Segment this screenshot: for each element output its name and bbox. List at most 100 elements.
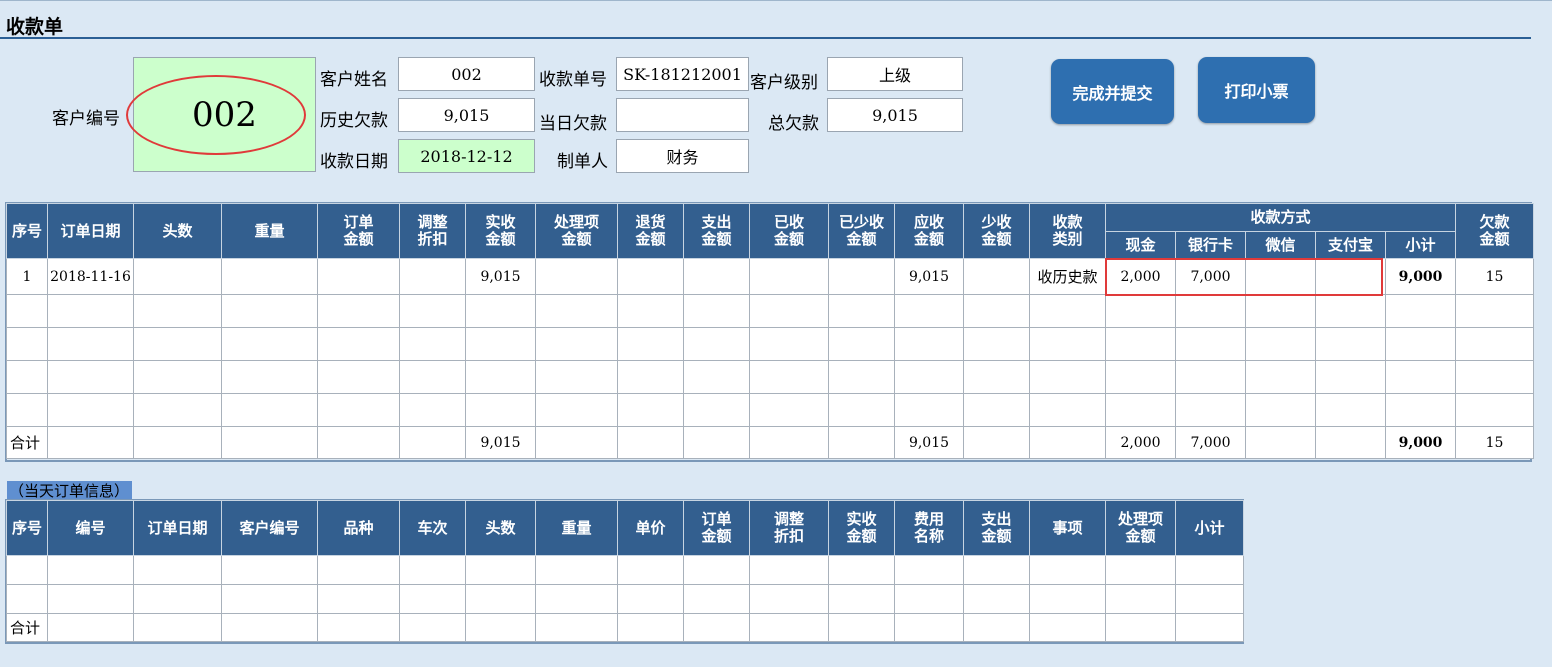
table-cell[interactable] <box>1029 426 1106 459</box>
table-cell[interactable] <box>221 393 318 427</box>
table-cell[interactable] <box>47 584 134 614</box>
table-cell[interactable] <box>963 584 1030 614</box>
table-cell[interactable] <box>617 393 684 427</box>
table-cell[interactable] <box>1385 327 1456 361</box>
print-receipt-button[interactable]: 打印小票 <box>1198 57 1315 123</box>
table-cell[interactable] <box>317 327 400 361</box>
table-cell[interactable] <box>1105 327 1176 361</box>
table-cell[interactable]: 15 <box>1455 426 1534 459</box>
table-cell[interactable] <box>683 258 750 295</box>
table-cell[interactable] <box>6 584 48 614</box>
table-cell[interactable] <box>1455 393 1534 427</box>
table-cell[interactable] <box>617 327 684 361</box>
table-cell[interactable] <box>1175 613 1244 642</box>
table-cell[interactable] <box>1105 360 1176 394</box>
table-cell[interactable] <box>683 555 750 585</box>
table-cell[interactable] <box>133 426 222 459</box>
table-cell[interactable] <box>1175 360 1246 394</box>
table-cell[interactable] <box>683 360 750 394</box>
table-cell[interactable] <box>1385 360 1456 394</box>
table-cell[interactable] <box>963 613 1030 642</box>
table-cell[interactable] <box>535 360 618 394</box>
table-cell[interactable] <box>221 360 318 394</box>
table-cell[interactable]: 9,000 <box>1385 426 1456 459</box>
table-cell[interactable] <box>1029 613 1106 642</box>
table-cell[interactable] <box>221 613 318 642</box>
table-cell[interactable] <box>317 584 400 614</box>
table-cell[interactable] <box>828 426 895 459</box>
table-cell[interactable] <box>47 327 134 361</box>
table-cell[interactable] <box>683 327 750 361</box>
table-cell[interactable] <box>221 294 318 328</box>
table-cell[interactable] <box>1455 327 1534 361</box>
table-cell[interactable] <box>6 393 48 427</box>
table-cell[interactable] <box>6 294 48 328</box>
table-cell[interactable] <box>317 258 400 295</box>
receipt-no-field[interactable]: SK-181212001 <box>616 57 749 91</box>
table-cell[interactable] <box>617 360 684 394</box>
table-cell[interactable] <box>133 360 222 394</box>
table-cell[interactable]: 1 <box>6 258 48 295</box>
table-cell[interactable] <box>749 584 829 614</box>
table-cell[interactable] <box>683 393 750 427</box>
table-cell[interactable] <box>1175 584 1244 614</box>
table-cell[interactable] <box>1385 393 1456 427</box>
table-cell[interactable] <box>1455 360 1534 394</box>
table-cell[interactable] <box>465 393 536 427</box>
table-cell[interactable] <box>1315 294 1386 328</box>
table-cell[interactable] <box>47 555 134 585</box>
table-cell[interactable] <box>465 360 536 394</box>
table-cell[interactable] <box>749 613 829 642</box>
table-cell[interactable] <box>221 426 318 459</box>
table-cell[interactable] <box>828 327 895 361</box>
maker-field[interactable]: 财务 <box>616 139 749 173</box>
table-cell[interactable] <box>1105 555 1176 585</box>
table-cell[interactable] <box>749 327 829 361</box>
table-cell[interactable] <box>894 294 964 328</box>
table-cell[interactable] <box>317 426 400 459</box>
table-cell[interactable] <box>221 584 318 614</box>
table-cell[interactable] <box>47 393 134 427</box>
table-cell[interactable] <box>1175 555 1244 585</box>
table-cell[interactable]: 15 <box>1455 258 1534 295</box>
table-cell[interactable] <box>963 426 1030 459</box>
table-cell[interactable] <box>133 555 222 585</box>
table-cell[interactable] <box>1245 327 1316 361</box>
table-cell[interactable] <box>1029 294 1106 328</box>
table-cell[interactable] <box>828 360 895 394</box>
table-cell[interactable] <box>535 584 618 614</box>
table-cell[interactable]: 9,015 <box>465 258 536 295</box>
table-cell[interactable] <box>749 360 829 394</box>
table-cell[interactable] <box>1175 393 1246 427</box>
table-cell[interactable] <box>963 327 1030 361</box>
customer-level-field[interactable]: 上级 <box>827 57 963 91</box>
table-cell[interactable] <box>47 613 134 642</box>
table-cell[interactable] <box>535 393 618 427</box>
day-debt-field[interactable] <box>616 98 749 132</box>
table-cell[interactable] <box>1105 294 1176 328</box>
table-cell[interactable] <box>535 613 618 642</box>
table-cell[interactable] <box>1105 584 1176 614</box>
table-cell[interactable] <box>1029 584 1106 614</box>
table-cell[interactable] <box>749 393 829 427</box>
table-cell[interactable] <box>894 393 964 427</box>
table-cell[interactable] <box>535 327 618 361</box>
table-cell[interactable]: 9,000 <box>1385 258 1456 295</box>
table-cell[interactable] <box>617 584 684 614</box>
table-cell[interactable] <box>399 258 466 295</box>
table-cell[interactable] <box>963 555 1030 585</box>
table-cell[interactable] <box>1315 327 1386 361</box>
table-cell[interactable] <box>1105 613 1176 642</box>
table-cell[interactable] <box>1029 327 1106 361</box>
table-cell[interactable] <box>47 426 134 459</box>
table-cell[interactable] <box>963 294 1030 328</box>
table-cell[interactable] <box>828 294 895 328</box>
table-cell[interactable] <box>828 555 895 585</box>
table-cell[interactable] <box>317 613 400 642</box>
table-cell[interactable] <box>317 393 400 427</box>
table-cell[interactable] <box>828 584 895 614</box>
table-cell[interactable] <box>894 584 964 614</box>
table-cell[interactable] <box>133 294 222 328</box>
table-cell[interactable] <box>399 426 466 459</box>
table-cell[interactable] <box>617 294 684 328</box>
